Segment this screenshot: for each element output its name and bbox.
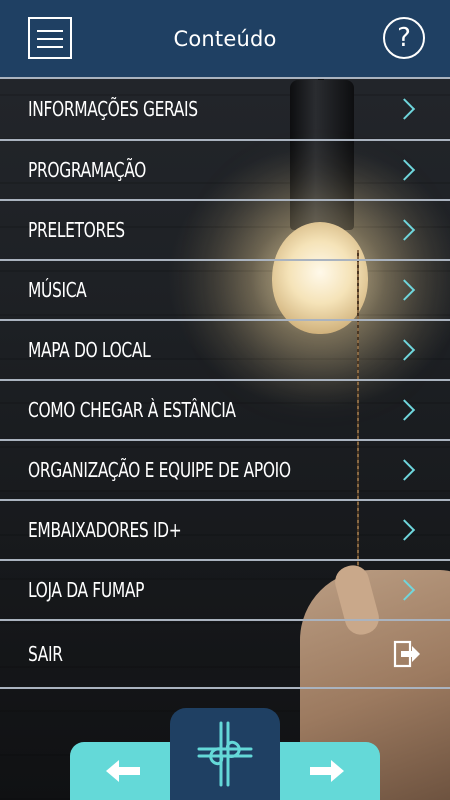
menu-item-musica[interactable]: MÚSICA (0, 261, 450, 321)
content-menu-list: INFORMAÇÕES GERAIS PROGRAMAÇÃO PRELETORE… (0, 77, 450, 689)
help-button[interactable]: ? (383, 17, 425, 59)
arrow-right-icon (310, 760, 344, 782)
exit-icon (393, 640, 420, 668)
menu-item-programacao[interactable]: PROGRAMAÇÃO (0, 141, 450, 201)
question-mark-icon: ? (397, 23, 411, 53)
menu-item-loja-da-fumap[interactable]: LOJA DA FUMAP (0, 561, 450, 621)
menu-item-informacoes-gerais[interactable]: INFORMAÇÕES GERAIS (0, 77, 450, 141)
hamburger-menu-button[interactable] (28, 17, 72, 59)
menu-item-label: PROGRAMAÇÃO (28, 158, 147, 182)
chevron-right-icon (393, 519, 416, 541)
chevron-right-icon (393, 459, 416, 481)
arrow-left-icon (106, 760, 140, 782)
menu-item-label: PRELETORES (28, 218, 125, 242)
hamburger-line (37, 38, 63, 40)
menu-item-preletores[interactable]: PRELETORES (0, 201, 450, 261)
hamburger-line (37, 30, 63, 32)
menu-item-label: SAIR (28, 642, 63, 666)
menu-item-label: MÚSICA (28, 278, 87, 302)
hamburger-line (37, 46, 63, 48)
chevron-right-icon (393, 219, 416, 241)
menu-item-mapa-do-local[interactable]: MAPA DO LOCAL (0, 321, 450, 381)
next-button[interactable] (282, 742, 372, 800)
menu-item-label: MAPA DO LOCAL (28, 338, 151, 362)
page-title: Conteúdo (173, 26, 277, 51)
app-header: Conteúdo ? (0, 0, 450, 77)
chevron-right-icon (393, 98, 416, 120)
home-logo-button[interactable] (170, 708, 280, 800)
menu-item-embaixadores[interactable]: EMBAIXADORES ID+ (0, 501, 450, 561)
menu-item-label: EMBAIXADORES ID+ (28, 518, 182, 542)
menu-item-organizacao[interactable]: ORGANIZAÇÃO E EQUIPE DE APOIO (0, 441, 450, 501)
previous-button[interactable] (78, 742, 168, 800)
menu-item-label: INFORMAÇÕES GERAIS (28, 97, 198, 121)
chevron-right-icon (393, 339, 416, 361)
menu-item-label: LOJA DA FUMAP (28, 578, 145, 602)
chevron-right-icon (393, 399, 416, 421)
menu-item-label: ORGANIZAÇÃO E EQUIPE DE APOIO (28, 458, 291, 482)
bottom-navigation (0, 700, 450, 800)
menu-item-como-chegar[interactable]: COMO CHEGAR À ESTÂNCIA (0, 381, 450, 441)
chevron-right-icon (393, 579, 416, 601)
cross-logo-icon (197, 721, 253, 787)
menu-item-sair[interactable]: SAIR (0, 621, 450, 689)
chevron-right-icon (393, 279, 416, 301)
chevron-right-icon (393, 159, 416, 181)
menu-item-label: COMO CHEGAR À ESTÂNCIA (28, 398, 236, 422)
